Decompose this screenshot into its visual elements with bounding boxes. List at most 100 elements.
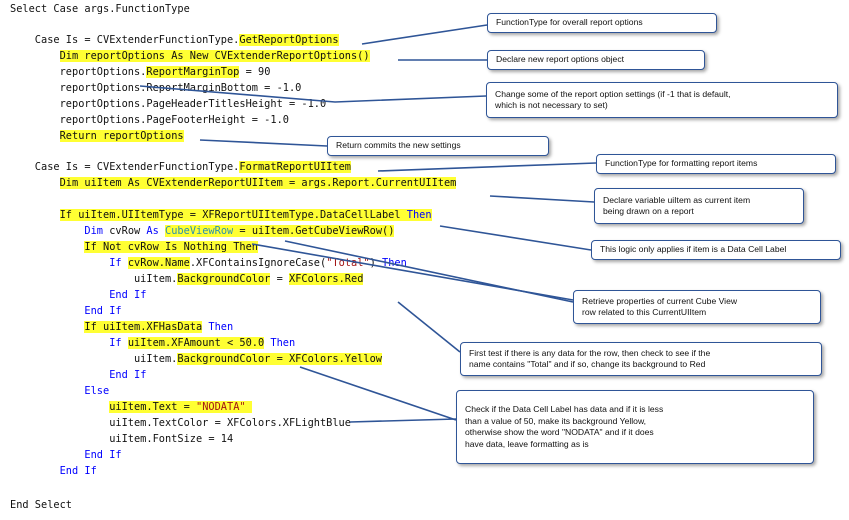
code-token: uiItem. xyxy=(10,353,178,365)
code-token: Case Is = CVExtenderFunctionType. xyxy=(10,161,240,173)
code-token: As xyxy=(146,225,159,237)
code-line-14: If uiItem.UIItemType = XFReportUIItemTyp… xyxy=(10,207,432,223)
callout-line: being drawn on a report xyxy=(603,206,694,216)
code-line-17: If cvRow.Name.XFContainsIgnoreCase("Tota… xyxy=(10,255,407,271)
code-line-15: Dim cvRow As CubeViewRow = uiItem.GetCub… xyxy=(10,223,395,239)
code-line-20: End If xyxy=(10,303,122,319)
code-token: ) xyxy=(369,257,383,269)
callout-line: which is not necessary to set) xyxy=(495,100,608,110)
code-token: Then xyxy=(406,209,432,221)
callout-text: Change some of the report option setting… xyxy=(495,89,731,112)
code-token: Else xyxy=(84,385,110,397)
code-line-21: If uiItem.XFHasData Then xyxy=(10,319,233,335)
retrieve-cube-view-row-callout: Retrieve properties of current Cube View… xyxy=(573,290,821,324)
code-token: cvRow.Name xyxy=(127,257,190,269)
code-line-8: reportOptions.PageFooterHeight = -1.0 xyxy=(10,112,289,128)
declare-report-options-callout: Declare new report options object xyxy=(487,50,705,70)
code-token: If Not cvRow Is Nothing Then xyxy=(84,241,258,253)
code-token: Then xyxy=(270,337,296,349)
code-line-25: Else xyxy=(10,383,109,399)
callout-line: This logic only applies if item is a Dat… xyxy=(600,244,787,255)
code-token: End If xyxy=(109,289,147,301)
code-token: reportOptions. xyxy=(10,66,147,78)
code-token: "Total" xyxy=(326,257,370,269)
change-report-settings-callout: Change some of the report option setting… xyxy=(486,82,838,118)
code-token: reportOptions.PageHeaderTitlesHeight = -… xyxy=(10,98,327,110)
callout-line: otherwise show the word "NODATA" and if … xyxy=(465,427,654,437)
function-type-formatting-callout: FunctionType for formatting report items xyxy=(596,154,836,174)
code-line-9: Return reportOptions xyxy=(10,128,184,144)
callout-line: Declare variable uiItem as current item xyxy=(603,194,751,205)
code-token: If uiItem.XFHasData xyxy=(84,321,203,333)
code-token: .XFContainsIgnoreCase( xyxy=(189,257,327,269)
code-line-27: uiItem.TextColor = XFColors.XFLightBlue xyxy=(10,415,351,431)
callout-text: Check if the Data Cell Label has data an… xyxy=(465,404,663,450)
code-token: XFColors.Red xyxy=(289,273,364,285)
code-token: FormatReportUIItem xyxy=(239,161,351,173)
code-token: Return reportOptions xyxy=(59,130,184,142)
code-token: = xyxy=(270,273,289,285)
code-line-22: If uiItem.XFAmount < 50.0 Then xyxy=(10,335,295,351)
code-line-16: If Not cvRow Is Nothing Then xyxy=(10,239,258,255)
code-token: Select Case args.FunctionType xyxy=(10,3,190,15)
code-token: End If xyxy=(84,305,122,317)
code-token: = uiItem.GetCubeViewRow() xyxy=(233,225,395,237)
code-token: BackgroundColor xyxy=(177,273,271,285)
code-token: Dim xyxy=(84,225,104,237)
code-line-24: End If xyxy=(10,367,146,383)
code-token: uiItem.FontSize = 14 xyxy=(10,433,234,445)
code-token: If xyxy=(109,257,122,269)
code-line-26: uiItem.Text = "NODATA" xyxy=(10,399,252,415)
callout-line: Return commits the new settings xyxy=(336,140,461,151)
callout-line: Check if the Data Cell Label has data an… xyxy=(465,404,664,414)
callout-text: FunctionType for overall report options xyxy=(496,17,643,29)
code-token: End If xyxy=(84,449,122,461)
code-token: ReportMarginTop xyxy=(146,66,240,78)
code-token: uiItem.XFAmount < 50.0 xyxy=(127,337,265,349)
code-token: Then xyxy=(382,257,407,269)
code-line-30: End If xyxy=(10,463,97,479)
declare-uiitem-callout: Declare variable uiItem as current item b… xyxy=(594,188,804,224)
code-token: BackgroundColor = XFColors.Yellow xyxy=(177,353,382,365)
first-test-data-callout: First test if there is any data for the … xyxy=(460,342,822,376)
code-line-19: End If xyxy=(10,287,146,303)
code-line-33: End Select xyxy=(10,497,72,513)
code-token: End If xyxy=(59,465,97,477)
code-token: reportOptions.ReportMarginBottom = -1.0 xyxy=(10,82,302,94)
callout-text: Declare variable uiItem as current item b… xyxy=(603,195,750,218)
code-line-7: reportOptions.PageHeaderTitlesHeight = -… xyxy=(10,96,327,112)
code-token: Dim uiItem As CVExtenderReportUIItem = a… xyxy=(59,177,457,189)
code-token xyxy=(245,401,252,413)
code-line-23: uiItem.BackgroundColor = XFColors.Yellow xyxy=(10,351,382,367)
code-line-11: Case Is = CVExtenderFunctionType.FormatR… xyxy=(10,159,351,175)
code-token: = 90 xyxy=(239,66,271,78)
code-token: uiItem. xyxy=(10,273,178,285)
check-data-cell-label-callout: Check if the Data Cell Label has data an… xyxy=(456,390,814,464)
code-token: reportOptions.PageFooterHeight = -1.0 xyxy=(10,114,289,126)
code-token: uiItem.TextColor = XFColors.XFLightBlue xyxy=(10,417,351,429)
callout-line: name contains "Total" and if so, change … xyxy=(469,359,706,369)
callout-text: This logic only applies if item is a Dat… xyxy=(600,244,786,256)
code-token: End Select xyxy=(10,499,72,511)
callout-text: Declare new report options object xyxy=(496,54,624,66)
code-line-6: reportOptions.ReportMarginBottom = -1.0 xyxy=(10,80,302,96)
function-type-overall-callout: FunctionType for overall report options xyxy=(487,13,717,33)
callout-line: Retrieve properties of current Cube View xyxy=(582,295,738,306)
code-token: Case Is = CVExtenderFunctionType. xyxy=(10,34,240,46)
return-commits-callout: Return commits the new settings xyxy=(327,136,549,156)
data-cell-label-logic-callout: This logic only applies if item is a Dat… xyxy=(591,240,841,260)
